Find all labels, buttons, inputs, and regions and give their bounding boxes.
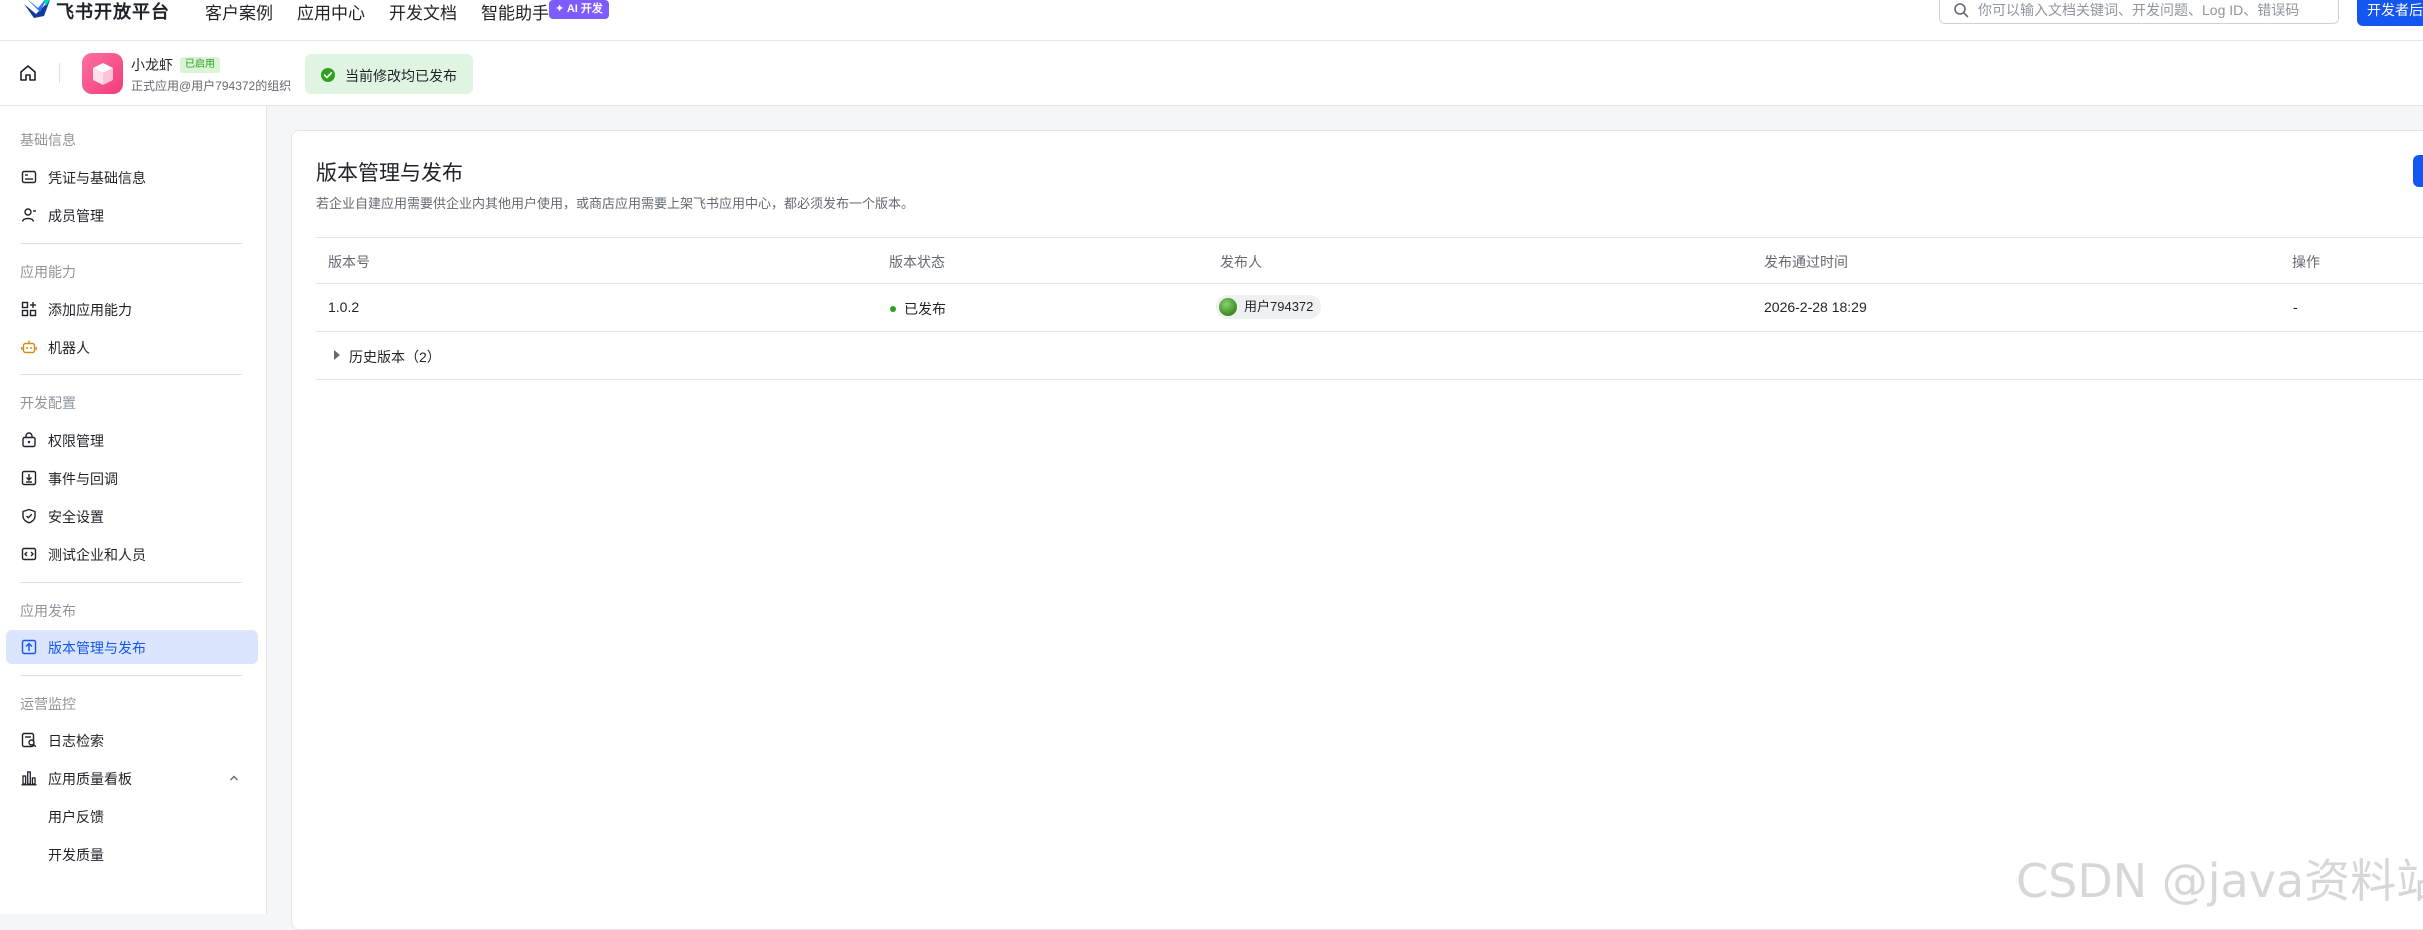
test-icon	[21, 547, 37, 561]
id-card-icon	[21, 170, 37, 184]
robot-icon	[21, 340, 37, 354]
divider	[20, 243, 242, 244]
sidebar-item-permissions[interactable]: 权限管理	[6, 423, 258, 457]
nav-customer-cases[interactable]: 客户案例	[205, 0, 273, 24]
row-action: -	[2293, 299, 2298, 315]
top-navigation-bar: 飞书开放平台 客户案例 应用中心 开发文档 智能助手 ✦ AI 开发 开发者后台	[0, 0, 2423, 41]
publish-status-text: 当前修改均已发布	[345, 68, 457, 84]
search-icon	[1954, 3, 1969, 18]
group-title-basic-info: 基础信息	[20, 132, 76, 148]
watermark: CSDN @java资料站	[2016, 854, 2423, 908]
sidebar-item-label: 安全设置	[48, 509, 104, 525]
sidebar-item-log-search[interactable]: 日志检索	[6, 723, 258, 757]
search-input[interactable]	[1976, 0, 2330, 22]
log-search-icon	[21, 732, 37, 748]
status-dot	[890, 306, 896, 312]
sidebar: 基础信息 凭证与基础信息 成员管理 应用能力 添加应用能力 机器人 开发配置 权…	[0, 106, 267, 914]
home-icon[interactable]	[18, 63, 38, 83]
cube-icon	[93, 63, 113, 85]
sidebar-item-add-capability[interactable]: 添加应用能力	[6, 292, 258, 326]
avatar	[1219, 298, 1237, 316]
sidebar-item-members[interactable]: 成员管理	[6, 198, 258, 232]
divider	[20, 675, 242, 676]
app-avatar	[82, 53, 123, 94]
app-status-badge: 已启用	[180, 57, 220, 73]
sidebar-item-label: 权限管理	[48, 433, 104, 449]
group-title-capabilities: 应用能力	[20, 264, 76, 280]
nav-app-center[interactable]: 应用中心	[297, 0, 365, 24]
table-header: 版本号 版本状态 发布人 发布通过时间 操作	[316, 237, 2423, 284]
publish-status-banner: 当前修改均已发布	[305, 54, 473, 94]
sidebar-item-label: 日志检索	[48, 733, 104, 749]
page-title: 版本管理与发布	[316, 162, 463, 185]
app-organization: 正式应用@用户794372的组织	[131, 79, 292, 93]
sidebar-item-label: 凭证与基础信息	[48, 170, 146, 186]
sidebar-item-label: 版本管理与发布	[48, 640, 146, 656]
sidebar-item-label: 用户反馈	[48, 809, 104, 825]
publisher-name: 用户794372	[1244, 299, 1314, 314]
column-header-publish-time: 发布通过时间	[1764, 254, 1848, 270]
history-versions-label: 历史版本（2）	[349, 349, 441, 365]
sidebar-item-security[interactable]: 安全设置	[6, 499, 258, 533]
shield-icon	[22, 508, 36, 524]
sidebar-item-label: 测试企业和人员	[48, 547, 146, 563]
column-header-version: 版本号	[328, 254, 370, 270]
add-capability-icon	[21, 301, 37, 317]
bar-chart-icon	[21, 771, 37, 786]
sidebar-item-user-feedback[interactable]: 用户反馈	[6, 799, 258, 833]
event-icon	[21, 470, 37, 486]
column-header-publisher: 发布人	[1220, 254, 1262, 270]
sidebar-item-robot[interactable]: 机器人	[6, 330, 258, 364]
member-icon	[21, 208, 36, 222]
sidebar-item-label: 添加应用能力	[48, 302, 132, 318]
column-header-actions: 操作	[2292, 254, 2320, 270]
sidebar-item-label: 机器人	[48, 340, 90, 356]
developer-console-button[interactable]: 开发者后台	[2357, 0, 2423, 26]
sidebar-item-quality-dashboard[interactable]: 应用质量看板	[6, 761, 258, 795]
sidebar-item-test-users[interactable]: 测试企业和人员	[6, 537, 258, 571]
app-header: 小龙虾 已启用 正式应用@用户794372的组织 当前修改均已发布	[0, 41, 2423, 106]
search-box[interactable]	[1939, 0, 2339, 24]
ai-dev-badge[interactable]: ✦ AI 开发	[549, 0, 609, 19]
publisher-chip[interactable]: 用户794372	[1216, 295, 1322, 319]
sidebar-item-label: 事件与回调	[48, 471, 118, 487]
version-management-card: 版本管理与发布 若企业自建应用需要供企业内其他用户使用，或商店应用需要上架飞书应…	[291, 130, 2423, 930]
divider	[20, 582, 242, 583]
sidebar-item-label: 开发质量	[48, 847, 104, 863]
page-description: 若企业自建应用需要供企业内其他用户使用，或商店应用需要上架飞书应用中心，都必须发…	[316, 196, 915, 211]
sidebar-item-label: 成员管理	[48, 208, 104, 224]
column-header-status: 版本状态	[889, 254, 945, 270]
sidebar-item-credentials[interactable]: 凭证与基础信息	[6, 160, 258, 194]
permission-icon	[22, 432, 36, 448]
sidebar-item-events[interactable]: 事件与回调	[6, 461, 258, 495]
version-status: 已发布	[904, 301, 946, 317]
nav-smart-assistant[interactable]: 智能助手	[481, 0, 549, 24]
publish-time: 2026-2-28 18:29	[1764, 299, 1867, 315]
brand-name[interactable]: 飞书开放平台	[56, 0, 170, 24]
nav-dev-docs[interactable]: 开发文档	[389, 0, 457, 24]
group-title-release: 应用发布	[20, 603, 76, 619]
app-name: 小龙虾	[131, 57, 173, 73]
group-title-monitoring: 运营监控	[20, 696, 76, 712]
version-number: 1.0.2	[328, 299, 360, 315]
chevron-up-icon[interactable]	[228, 772, 240, 784]
divider	[59, 63, 60, 83]
sidebar-item-dev-quality[interactable]: 开发质量	[6, 837, 258, 871]
upload-icon	[21, 639, 37, 655]
sidebar-item-version-management[interactable]: 版本管理与发布	[6, 630, 258, 664]
sidebar-item-label: 应用质量看板	[48, 771, 132, 787]
group-title-dev-config: 开发配置	[20, 395, 76, 411]
history-versions-toggle[interactable]: 历史版本（2）	[316, 332, 2423, 380]
divider	[20, 374, 242, 375]
caret-right-icon	[334, 350, 340, 360]
table-row[interactable]: 1.0.2 已发布 用户794372 2026-2-28 18:29 -	[316, 284, 2423, 332]
feishu-logo-icon[interactable]	[22, 0, 52, 18]
create-version-button[interactable]	[2413, 155, 2423, 187]
check-circle-icon	[321, 68, 335, 82]
